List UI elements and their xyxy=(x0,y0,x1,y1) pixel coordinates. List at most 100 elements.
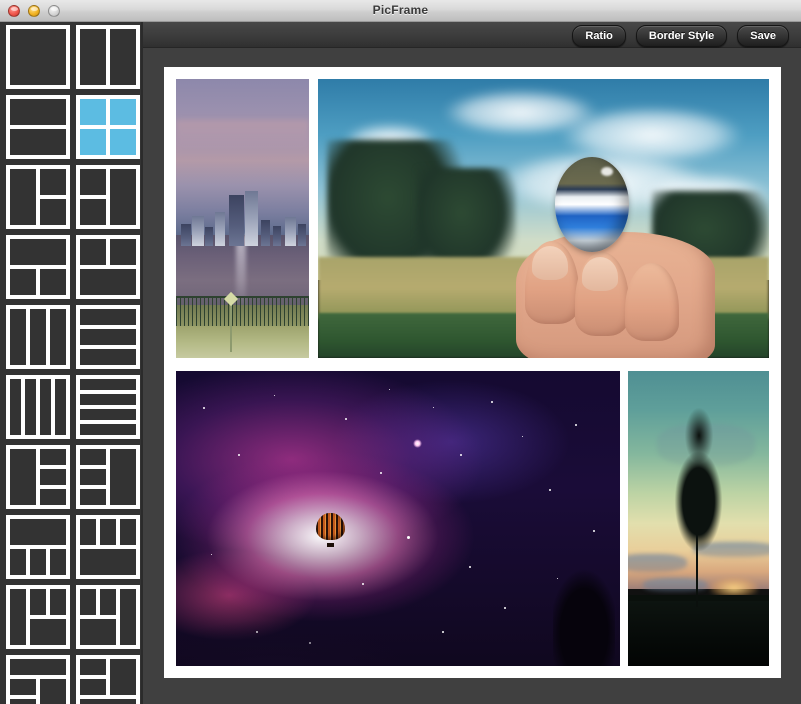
layout-cell xyxy=(10,589,26,645)
layout-cell xyxy=(30,619,66,645)
layout-cell xyxy=(10,169,36,225)
photo-nebula-balloon-image xyxy=(176,371,620,666)
photo-city-skyline-image xyxy=(176,79,309,358)
layout-cell xyxy=(80,549,136,575)
layout-cell xyxy=(100,519,116,545)
layout-template-mixed-c[interactable] xyxy=(6,655,70,704)
layout-template-mixed-b[interactable] xyxy=(76,585,140,649)
layout-template-2-top-bottom[interactable] xyxy=(76,235,140,299)
layout-cell xyxy=(80,489,106,505)
layout-cell xyxy=(80,309,136,325)
layout-cell xyxy=(10,309,26,365)
layout-template-2-rows[interactable] xyxy=(6,95,70,159)
layout-cell xyxy=(80,199,106,225)
layout-cell xyxy=(10,449,36,505)
layout-cell xyxy=(50,549,66,575)
layout-cell xyxy=(80,169,106,195)
layout-cell xyxy=(10,29,66,85)
ratio-button[interactable]: Ratio xyxy=(572,25,626,47)
layout-template-3-columns[interactable] xyxy=(6,305,70,369)
layout-cell xyxy=(10,519,66,545)
photo-city-skyline[interactable] xyxy=(176,79,309,358)
layout-cell xyxy=(110,29,136,85)
window-titlebar: PicFrame xyxy=(0,0,801,22)
layout-cell xyxy=(30,309,46,365)
layout-cell xyxy=(40,449,66,465)
layout-template-4-columns[interactable] xyxy=(6,375,70,439)
layout-template-4-grid[interactable] xyxy=(76,95,140,159)
layout-cell xyxy=(80,29,106,85)
photo-glass-ball-image xyxy=(317,79,769,358)
layout-template-mixed-d[interactable] xyxy=(76,655,140,704)
layout-cell xyxy=(10,239,66,265)
layout-cell xyxy=(100,589,116,615)
layout-cell xyxy=(40,469,66,485)
layout-cell xyxy=(80,589,96,615)
layout-template-top-2-bottom[interactable] xyxy=(6,235,70,299)
photo-nebula-balloon[interactable] xyxy=(176,371,620,666)
layout-cell xyxy=(10,549,26,575)
layout-cell xyxy=(120,519,136,545)
layout-cell xyxy=(25,379,36,435)
layout-cell xyxy=(80,349,136,365)
collage-grid xyxy=(176,79,769,666)
layout-cell xyxy=(80,329,136,345)
layout-template-3-top-bottom[interactable] xyxy=(76,515,140,579)
layout-cell xyxy=(80,424,136,435)
layout-cell xyxy=(40,169,66,195)
layout-cell xyxy=(110,129,136,155)
layout-cell xyxy=(50,589,66,615)
photo-lone-tree[interactable] xyxy=(628,371,769,666)
layout-cell xyxy=(80,394,136,405)
layout-cell xyxy=(10,129,66,155)
photo-glass-ball[interactable] xyxy=(317,79,769,358)
layout-cell xyxy=(110,169,136,225)
border-style-button[interactable]: Border Style xyxy=(635,25,728,47)
toolbar: Ratio Border Style Save xyxy=(143,22,801,48)
layout-cell xyxy=(30,589,46,615)
layout-template-3-rows[interactable] xyxy=(76,305,140,369)
layout-cell xyxy=(30,549,46,575)
layout-cell xyxy=(110,449,136,505)
layout-cell xyxy=(80,699,136,704)
layout-template-1-single[interactable] xyxy=(6,25,70,89)
layout-sidebar[interactable] xyxy=(0,22,143,704)
layout-template-left-3-right[interactable] xyxy=(6,445,70,509)
layout-template-2-columns[interactable] xyxy=(76,25,140,89)
layout-cell xyxy=(10,679,36,695)
layout-template-mixed-a[interactable] xyxy=(6,585,70,649)
layout-cell xyxy=(40,269,66,295)
layout-cell xyxy=(80,519,96,545)
layout-cell xyxy=(80,679,106,695)
save-button[interactable]: Save xyxy=(737,25,789,47)
layout-cell xyxy=(10,269,36,295)
layout-template-left-2-right[interactable] xyxy=(6,165,70,229)
hot-air-balloon xyxy=(315,512,345,548)
layout-cell xyxy=(120,589,136,645)
photo-lone-tree-image xyxy=(628,371,769,666)
collage-frame xyxy=(164,67,781,678)
layout-cell xyxy=(110,99,136,125)
layout-cell xyxy=(80,99,106,125)
collage-canvas[interactable] xyxy=(145,48,801,704)
layout-cell xyxy=(80,619,116,645)
layout-cell xyxy=(10,99,66,125)
layout-cell xyxy=(40,199,66,225)
layout-cell xyxy=(50,309,66,365)
layout-template-4-rows[interactable] xyxy=(76,375,140,439)
layout-cell xyxy=(10,659,66,675)
layout-cell xyxy=(80,239,106,265)
layout-template-list xyxy=(6,25,140,704)
layout-cell xyxy=(40,679,66,704)
layout-cell xyxy=(80,469,106,485)
layout-cell xyxy=(55,379,66,435)
window-title: PicFrame xyxy=(372,3,429,17)
layout-cell xyxy=(110,239,136,265)
layout-cell xyxy=(80,129,106,155)
layout-cell xyxy=(80,409,136,420)
layout-cell xyxy=(80,659,106,675)
layout-cell xyxy=(40,379,51,435)
layout-template-3-left-right[interactable] xyxy=(76,445,140,509)
layout-template-top-3-bottom[interactable] xyxy=(6,515,70,579)
layout-template-2-left-right[interactable] xyxy=(76,165,140,229)
